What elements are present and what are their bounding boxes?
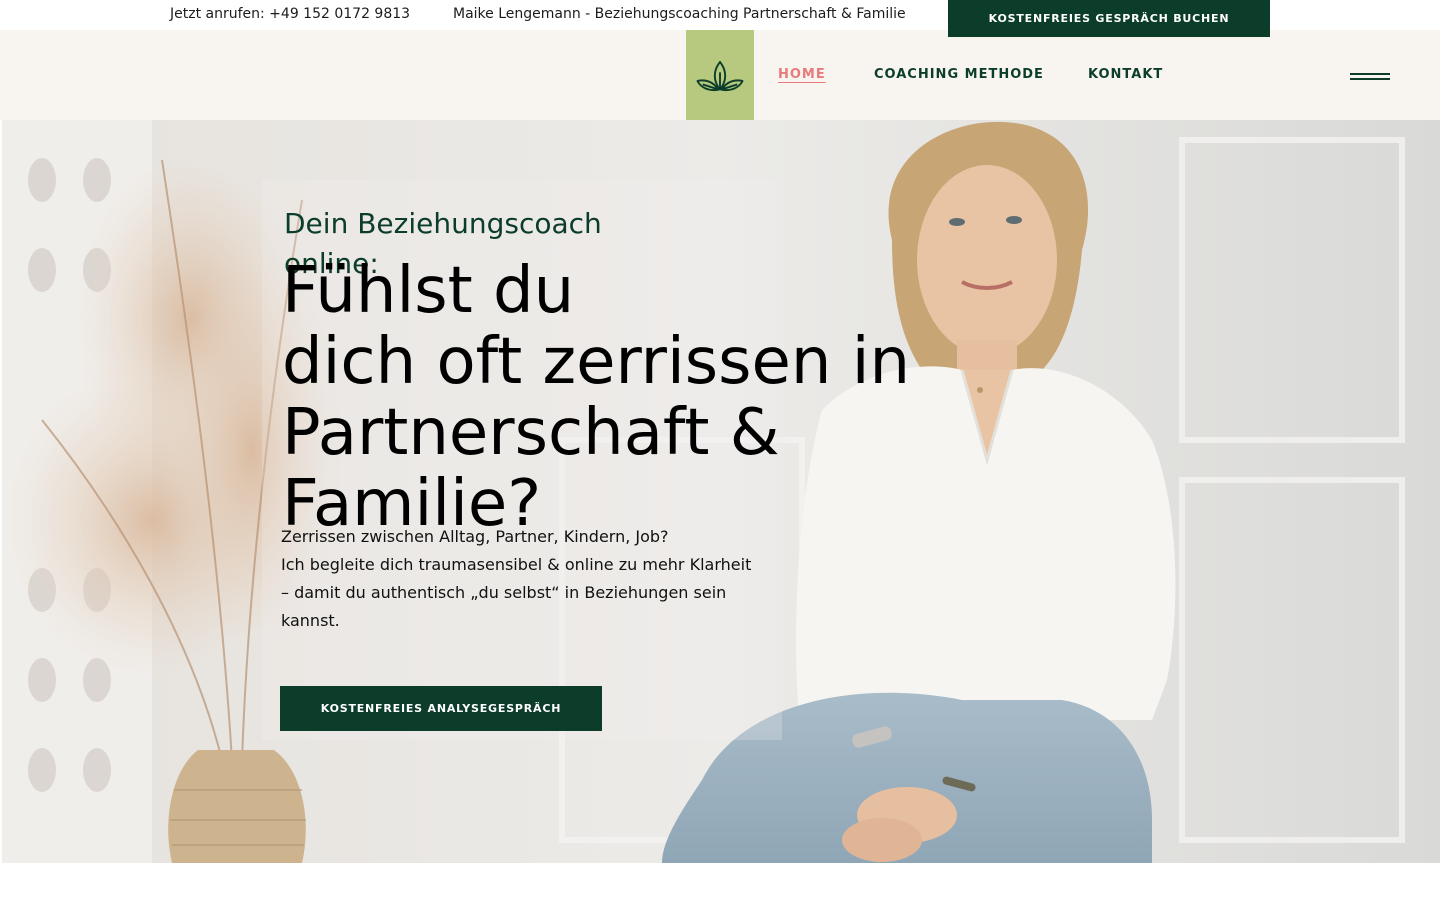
site-tagline: Maike Lengemann - Beziehungscoaching Par… [453, 6, 906, 22]
nav-item-kontakt[interactable]: KONTAKT [1088, 67, 1163, 82]
logo[interactable] [686, 30, 754, 120]
hero-section: Dein Beziehungscoach online: Fühlst du d… [2, 120, 1440, 863]
hero-text-line: kannst. [281, 611, 340, 630]
hero-title-line: Familie? [282, 467, 542, 541]
hero-title-line: Partnerschaft & [282, 396, 780, 470]
hero-text-line: Ich begleite dich traumasensibel & onlin… [281, 555, 752, 574]
hero-title: Fühlst du dich oft zerrissen in Partners… [282, 256, 1002, 540]
book-free-call-button[interactable]: KOSTENFREIES GESPRÄCH BUCHEN [948, 0, 1270, 37]
nav-item-coaching-methode[interactable]: COACHING METHODE [874, 67, 1044, 82]
hero-title-line: dich oft zerrissen in [282, 325, 911, 399]
hamburger-menu-icon[interactable] [1350, 70, 1390, 82]
top-bar: Jetzt anrufen: +49 152 0172 9813 Maike L… [0, 0, 1440, 37]
lotus-leaves-icon [696, 60, 744, 92]
free-analysis-call-button[interactable]: KOSTENFREIES ANALYSEGESPRÄCH [280, 686, 602, 731]
hero-text-line: – damit du authentisch „du selbst“ in Be… [281, 583, 727, 602]
phone-number-link[interactable]: Jetzt anrufen: +49 152 0172 9813 [170, 6, 410, 22]
site-header: HOME COACHING METHODE KONTAKT [0, 30, 1440, 120]
nav-item-home[interactable]: HOME [778, 67, 826, 82]
hero-title-line: Fühlst du [282, 254, 575, 328]
